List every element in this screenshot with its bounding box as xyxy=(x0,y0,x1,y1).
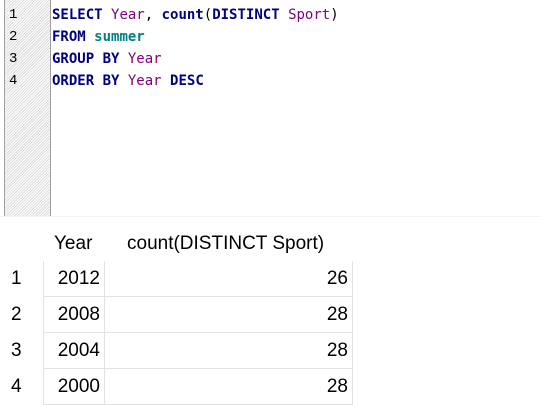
sql-text: ( xyxy=(203,7,213,23)
cell-count[interactable]: 28 xyxy=(105,297,353,333)
sql-identifier: Year xyxy=(127,51,162,67)
row-number[interactable]: 4 xyxy=(0,369,44,405)
code-line: SELECT Year, count(DISTINCT Sport) xyxy=(52,4,339,26)
sql-text: ) xyxy=(330,7,339,23)
cell-year[interactable]: 2000 xyxy=(44,369,105,405)
sql-keyword: ORDER BY xyxy=(52,73,120,89)
sql-keyword: FROM xyxy=(52,29,86,45)
line-number: 3 xyxy=(9,51,18,67)
line-number: 2 xyxy=(9,29,18,45)
row-number[interactable]: 3 xyxy=(0,333,44,369)
sql-table-name: summer xyxy=(94,29,145,45)
sql-keyword: SELECT xyxy=(52,7,103,23)
sql-editor[interactable]: 1234 SELECT Year, count(DISTINCT Sport) F… xyxy=(0,0,541,217)
cell-count[interactable]: 28 xyxy=(105,369,353,405)
sql-identifier: Sport xyxy=(288,7,331,23)
row-number[interactable]: 2 xyxy=(0,297,44,333)
grid-divider xyxy=(43,261,44,405)
sql-text: , xyxy=(144,7,162,23)
line-number: 4 xyxy=(9,73,18,89)
sql-keyword: DESC xyxy=(170,73,204,89)
row-number[interactable]: 1 xyxy=(0,261,44,297)
code-line: GROUP BY Year xyxy=(52,48,162,70)
cell-year[interactable]: 2012 xyxy=(44,261,105,297)
sql-keyword: GROUP BY xyxy=(52,51,120,67)
cell-count[interactable]: 26 xyxy=(105,261,353,297)
code-line: ORDER BY Year DESC xyxy=(52,70,204,92)
column-header-count[interactable]: count(DISTINCT Sport) xyxy=(105,226,353,261)
cell-year[interactable]: 2008 xyxy=(44,297,105,333)
code-line: FROM summer xyxy=(52,26,145,48)
cell-year[interactable]: 2004 xyxy=(44,333,105,369)
sql-keyword: count xyxy=(161,7,204,23)
line-number: 1 xyxy=(9,7,18,23)
cell-count[interactable]: 28 xyxy=(105,333,353,369)
line-number-gutter: 1 2 3 4 xyxy=(4,0,51,216)
sql-identifier: Year xyxy=(111,7,145,23)
sql-identifier: Year xyxy=(127,73,162,89)
column-header-year[interactable]: Year xyxy=(44,226,105,261)
sql-keyword: DISTINCT xyxy=(212,7,280,23)
